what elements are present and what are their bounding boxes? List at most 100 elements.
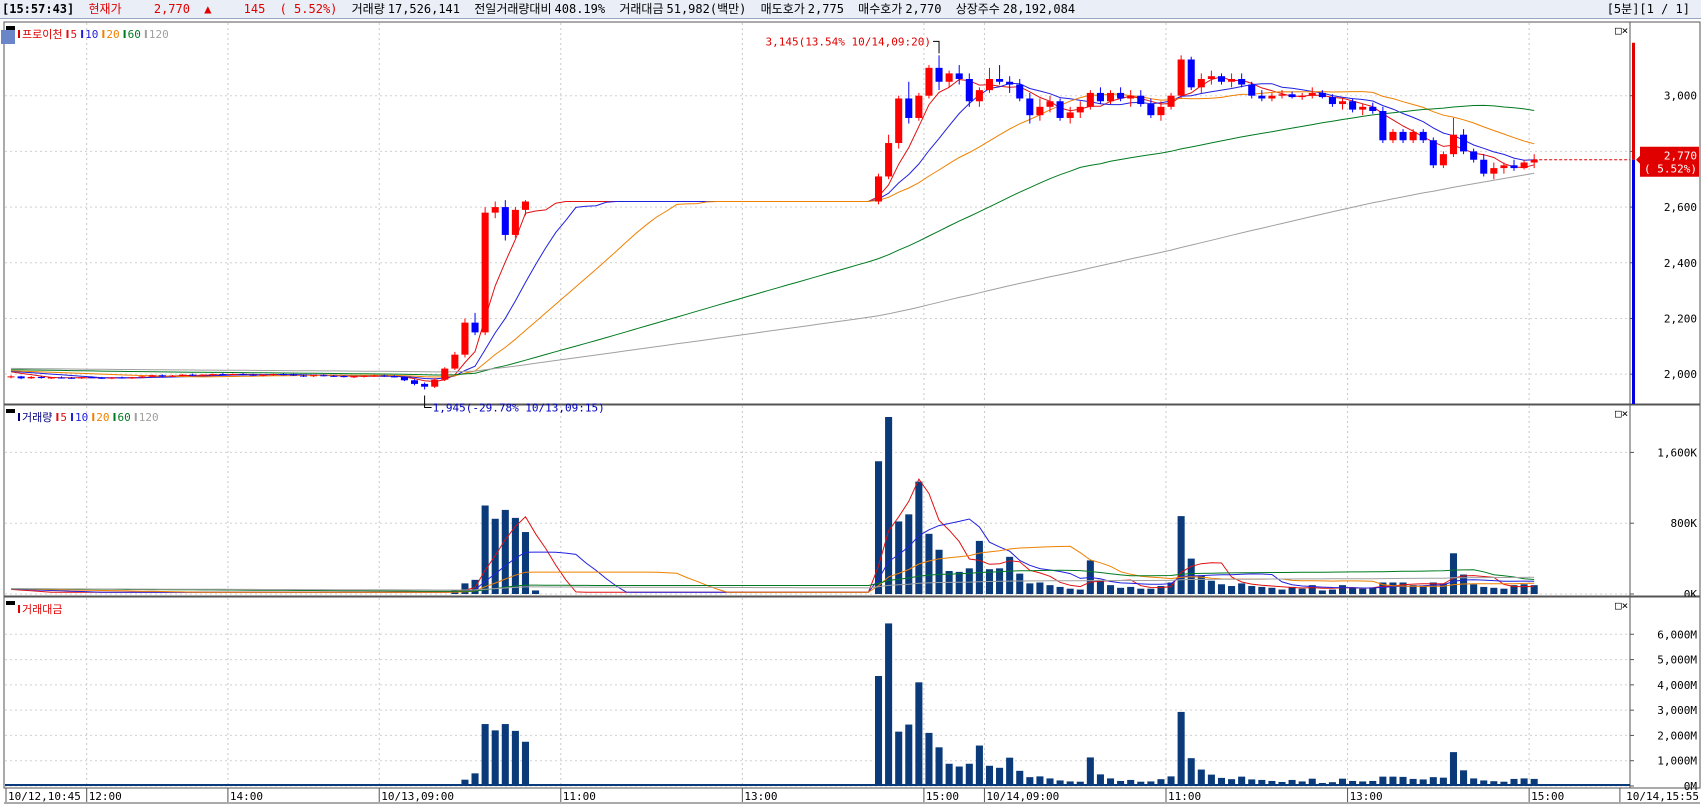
candle-body (1318, 92, 1326, 98)
period-selector[interactable]: [5분][1 / 1] (1607, 0, 1690, 18)
volume-bar (1520, 584, 1528, 594)
candle-body (1439, 154, 1447, 166)
legend-label: 5 (70, 28, 77, 41)
x-tick-label: 12:00 (89, 790, 122, 803)
candle-body (1177, 59, 1185, 96)
candle-body (27, 376, 35, 379)
candle-body (945, 73, 953, 82)
volume-bar (1207, 580, 1215, 594)
candle-body (128, 377, 136, 379)
volume-bar (895, 521, 903, 594)
amount-bar (511, 730, 519, 786)
volume-bar (1076, 589, 1084, 594)
legend-label: 5 (60, 411, 67, 424)
volume-bar (1248, 586, 1256, 594)
x-tick-label: 10/14,09:00 (986, 790, 1059, 803)
candle-body (1258, 95, 1266, 99)
candle-body (955, 73, 963, 79)
candle-body (350, 376, 358, 378)
candle-body (1308, 92, 1316, 96)
y-tick-label: 6,000M (1657, 628, 1697, 641)
volume-bar (1490, 587, 1498, 594)
panel-menu-icon (6, 26, 15, 30)
amount-bar (1449, 752, 1458, 786)
candle-body (1379, 111, 1387, 141)
legend-swatch (134, 413, 137, 421)
candle-body (88, 377, 96, 379)
candle-body (1510, 165, 1518, 169)
candle-body (259, 374, 267, 376)
panel-menu-icon (6, 601, 15, 605)
amount-bar (885, 623, 893, 786)
legend-label: 120 (149, 28, 169, 41)
volume-bar (1056, 586, 1064, 594)
volume-bar (975, 540, 983, 594)
candle-body (1298, 95, 1306, 98)
candle-body (1419, 131, 1427, 141)
candle-body (68, 377, 76, 379)
bid-price-value: 2,770 (905, 2, 942, 16)
amount-bar (905, 724, 913, 786)
legend-label: 20 (106, 28, 119, 41)
legend-label: 60 (128, 28, 141, 41)
volume-bar (1177, 516, 1185, 594)
y-tick-label: 2,200 (1664, 312, 1697, 325)
legend-swatch (66, 30, 69, 38)
x-tick-label: 15:00 (1531, 790, 1564, 803)
volume-bar (461, 583, 469, 594)
current-price-label: 현재가 (88, 2, 122, 16)
price-range-bar-down (1632, 159, 1635, 404)
candle-body (874, 176, 883, 202)
candle-body (1016, 84, 1024, 99)
candle-body (935, 67, 943, 82)
volume-bar (1096, 579, 1104, 594)
candle-body (37, 376, 45, 379)
candle-body (1389, 131, 1397, 141)
candle-body (138, 376, 146, 378)
candle-body (1399, 131, 1407, 141)
candle-body (491, 207, 499, 213)
candle-body (1490, 168, 1498, 174)
candle-body (78, 377, 86, 379)
amount-bar (521, 741, 530, 786)
candle-body (340, 376, 348, 378)
volume-bar (1127, 586, 1135, 594)
volume-bar (1449, 553, 1458, 594)
candle-body (1369, 106, 1377, 112)
ask-price-label: 매도호가 (760, 2, 805, 16)
volume-bar (1328, 589, 1336, 594)
volume-bar (1278, 589, 1286, 594)
candle-body (511, 209, 519, 235)
candle-body (1409, 131, 1417, 141)
candle-body (1167, 95, 1175, 107)
volume-value: 17,526,141 (387, 2, 460, 16)
y-tick-label: 4,000M (1657, 679, 1697, 692)
panel-frame-0 (3, 21, 1701, 405)
clock-time: [15:57:43] (2, 2, 75, 16)
y-tick-label: 3,000M (1657, 704, 1697, 717)
candle-body (380, 375, 388, 377)
candle-body (289, 374, 298, 376)
candle-body (310, 375, 318, 377)
candle-body (1349, 101, 1357, 110)
volume-bar (1106, 585, 1115, 594)
candle-body (501, 207, 509, 235)
legend-label: 거래대금 (22, 603, 62, 616)
candle-body (300, 375, 308, 377)
price-range-bar-up (1632, 42, 1635, 160)
y-tick-label: 3,000 (1664, 90, 1697, 103)
candle-body (521, 201, 530, 210)
candle-body (249, 374, 257, 376)
stock-chart[interactable]: 3,0002,8002,6002,4002,2002,000프로이천510206… (0, 19, 1701, 804)
legend-label: 20 (96, 411, 109, 424)
amount-bar (491, 730, 499, 786)
candle-body (1228, 78, 1236, 82)
candle-body (885, 143, 893, 177)
volume-bar (1147, 588, 1155, 594)
legend-swatch (81, 30, 84, 38)
amount-bar (915, 682, 923, 786)
candle-body (1127, 95, 1135, 99)
volume-bar (1137, 588, 1145, 594)
candle-body (1278, 94, 1286, 96)
candle-body (239, 374, 247, 376)
